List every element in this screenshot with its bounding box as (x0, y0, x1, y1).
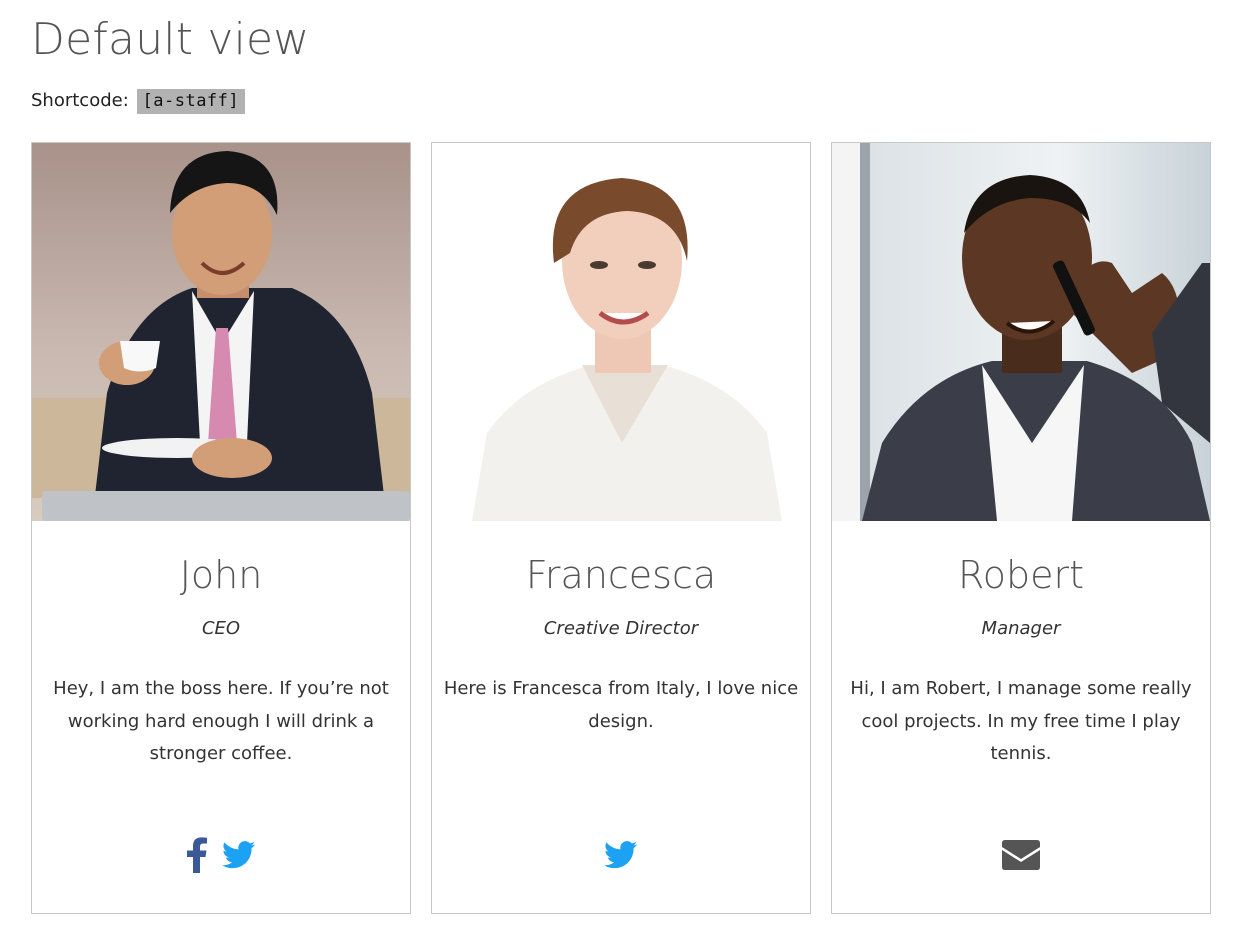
envelope-icon (1002, 840, 1040, 870)
staff-name: John (179, 553, 263, 597)
staff-photo-john (32, 143, 410, 521)
staff-name: Robert (958, 553, 1084, 597)
shortcode-row: Shortcode: [a-staff] (31, 88, 246, 114)
staff-bio: Hi, I am Robert, I manage some really co… (850, 678, 1192, 764)
person-photo (832, 143, 1210, 521)
staff-grid: John CEO Hey, I am the boss here. If you… (31, 142, 1211, 914)
shortcode-code: [a-staff] (136, 89, 246, 114)
staff-card-john: John CEO Hey, I am the boss here. If you… (31, 142, 411, 914)
page-title: Default view (31, 14, 310, 65)
staff-card-robert: Robert Manager Hi, I am Robert, I manage… (831, 142, 1211, 914)
staff-photo-francesca (432, 143, 810, 521)
shortcode-label: Shortcode: (31, 90, 129, 111)
staff-card-francesca: Francesca Creative Director Here is Fran… (431, 142, 811, 914)
twitter-link[interactable] (222, 841, 256, 869)
staff-bio: Here is Francesca from Italy, I love nic… (443, 678, 799, 732)
social-links (832, 833, 1210, 877)
staff-photo-robert (832, 143, 1210, 521)
staff-role: Manager (981, 618, 1061, 639)
social-links (432, 833, 810, 877)
person-photo (32, 143, 410, 521)
staff-role: CEO (201, 618, 241, 639)
staff-name: Francesca (525, 553, 717, 597)
facebook-icon (187, 837, 207, 873)
person-photo (432, 143, 810, 521)
staff-role: Creative Director (543, 618, 699, 639)
staff-bio: Hey, I am the boss here. If you’re not w… (53, 678, 389, 764)
twitter-link[interactable] (604, 841, 638, 869)
facebook-link[interactable] (186, 837, 208, 873)
twitter-icon (222, 841, 256, 869)
social-links (32, 833, 410, 877)
twitter-icon (604, 841, 638, 869)
email-link[interactable] (1002, 840, 1040, 870)
